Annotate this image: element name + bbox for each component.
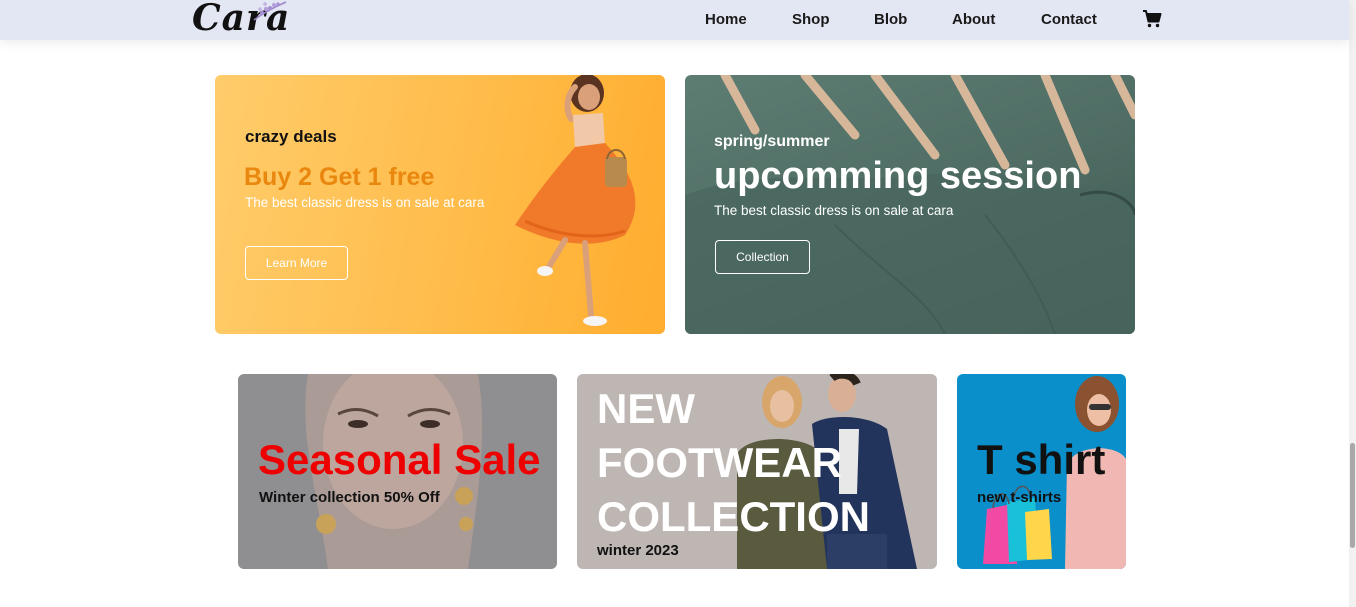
banner-subtext: The best classic dress is on sale at car… [714,203,954,218]
banner-upcoming-session: spring/summer upcomming session The best… [685,75,1135,334]
footwear-title-line-2: FOOTWEAR [597,439,842,486]
t-shirt-title: T shirt [977,436,1106,483]
nav-blob[interactable]: Blob [874,11,907,28]
banner-subtext: The best classic dress is on sale at car… [245,195,485,210]
site-header: Cara Home Shop Blob About Contact [0,0,1349,40]
banner-kicker: spring/summer [714,133,830,150]
nav-shop[interactable]: Shop [792,11,830,28]
seasonal-sale-subtitle: Winter collection 50% Off [259,489,440,506]
model-photo [515,75,636,326]
banner-kicker: crazy deals [245,127,337,146]
main-nav: Home Shop Blob About Contact [0,0,1349,40]
learn-more-button[interactable]: Learn More [245,246,348,280]
banner-headline: Buy 2 Get 1 free [244,163,435,191]
nav-about[interactable]: About [952,11,995,28]
footwear-title-line-1: NEW [597,385,695,432]
banner-crazy-deals: crazy deals Buy 2 Get 1 free The best cl… [215,75,665,334]
banner-seasonal-sale: Seasonal Sale Winter collection 50% Off [238,374,557,569]
seasonal-sale-title: Seasonal Sale [258,436,541,483]
footwear-subtitle: winter 2023 [597,542,679,559]
banner-t-shirt: T shirt new t-shirts [957,374,1126,569]
footwear-title-line-3: COLLECTION [597,493,870,540]
cart-icon[interactable] [1142,9,1162,29]
page-scrollbar-thumb[interactable] [1350,443,1355,548]
footwear-title: NEW FOOTWEAR COLLECTION [597,382,870,544]
banner-headline: upcomming session [714,155,1082,197]
t-shirt-subtitle: new t-shirts [977,489,1062,506]
nav-contact[interactable]: Contact [1041,11,1097,28]
nav-home[interactable]: Home [705,11,747,28]
collection-button[interactable]: Collection [715,240,810,274]
page: Cara Home Shop Blob About Contact crazy … [0,0,1356,607]
banner-new-footwear: NEW FOOTWEAR COLLECTION winter 2023 [577,374,937,569]
